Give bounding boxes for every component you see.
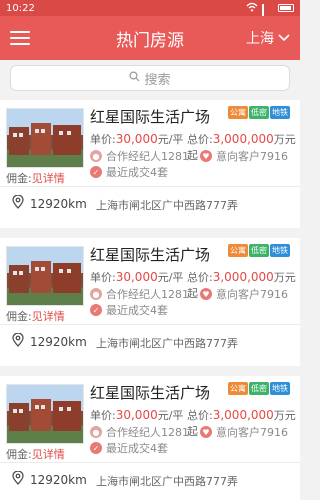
distance: 12920km	[12, 332, 87, 350]
check-icon: ✓	[90, 304, 102, 316]
menu-button[interactable]	[0, 16, 40, 60]
agents-count: ● 合作经纪人1281	[90, 286, 189, 302]
commission-details-link[interactable]: 见详情	[32, 172, 65, 185]
chevron-down-icon	[278, 34, 290, 42]
listing-card[interactable]: 红星国际生活广场 公寓 低密 地铁 单价:30,000元/平 总价:3,000,…	[0, 100, 300, 228]
status-icons	[246, 2, 294, 28]
distance: 12920km	[12, 470, 87, 488]
property-tags: 公寓 低密 地铁	[228, 244, 290, 257]
search-bar-container: 搜索	[0, 60, 300, 96]
tag-low-density: 低密	[249, 244, 269, 257]
heart-icon: ♥	[200, 288, 212, 300]
search-icon	[129, 70, 140, 86]
unit-price: 单价:30,000元/平	[90, 132, 184, 146]
commission-details-link[interactable]: 见详情	[32, 310, 65, 323]
commission-details-link[interactable]: 见详情	[32, 448, 65, 461]
divider	[0, 462, 300, 463]
clients-count: ♥ 意向客户7916	[200, 424, 288, 440]
agents-count: ● 合作经纪人1281	[90, 424, 189, 440]
clients-count: ♥ 意向客户7916	[200, 286, 288, 302]
recent-deals: ✓ 最近成交4套	[90, 440, 168, 456]
listing-card[interactable]: 红星国际生活广场 公寓 低密 地铁 单价:30,000元/平 总价:3,000,…	[0, 238, 300, 366]
property-photo	[6, 108, 84, 168]
tag-metro: 地铁	[270, 106, 290, 119]
agents-count: ● 合作经纪人1281	[90, 148, 189, 164]
property-tags: 公寓 低密 地铁	[228, 382, 290, 395]
tag-low-density: 低密	[249, 106, 269, 119]
people-icon: ●	[90, 150, 102, 162]
unit-price: 单价:30,000元/平	[90, 270, 184, 284]
tag-apartment: 公寓	[228, 244, 248, 257]
check-icon: ✓	[90, 166, 102, 178]
address: 上海市闸北区广中西路777弄	[96, 475, 238, 488]
menu-icon	[10, 31, 30, 33]
status-time: 10:22	[6, 2, 35, 14]
commission: 佣金:见详情	[6, 448, 65, 461]
tag-apartment: 公寓	[228, 382, 248, 395]
property-name: 红星国际生活广场	[90, 384, 211, 402]
location-pin-icon	[12, 194, 24, 212]
people-icon: ●	[90, 288, 102, 300]
search-input[interactable]: 搜索	[10, 65, 290, 91]
heart-icon: ♥	[200, 426, 212, 438]
unit-price: 单价:30,000元/平	[90, 408, 184, 422]
location-pin-icon	[12, 470, 24, 488]
tag-low-density: 低密	[249, 382, 269, 395]
recent-deals: ✓ 最近成交4套	[90, 302, 168, 318]
search-placeholder: 搜索	[144, 72, 171, 88]
commission: 佣金:见详情	[6, 310, 65, 323]
city-label: 上海	[246, 31, 274, 47]
heart-icon: ♥	[200, 150, 212, 162]
city-selector[interactable]: 上海	[246, 28, 290, 48]
property-name: 红星国际生活广场	[90, 108, 211, 126]
divider	[0, 324, 300, 325]
property-name: 红星国际生活广场	[90, 246, 211, 264]
check-icon: ✓	[90, 442, 102, 454]
battery-icon	[278, 4, 294, 12]
address: 上海市闸北区广中西路777弄	[96, 337, 238, 350]
signal-icon	[262, 3, 274, 28]
status-bar: 10:22	[0, 0, 300, 28]
location-pin-icon	[12, 332, 24, 350]
wifi-icon	[246, 2, 258, 15]
clients-count: ♥ 意向客户7916	[200, 148, 288, 164]
listing-list: 红星国际生活广场 公寓 低密 地铁 单价:30,000元/平 总价:3,000,…	[0, 100, 300, 500]
app-header: 热门房源 上海	[0, 16, 300, 60]
listing-card[interactable]: 红星国际生活广场 公寓 低密 地铁 单价:30,000元/平 总价:3,000,…	[0, 376, 300, 500]
property-photo	[6, 246, 84, 306]
property-tags: 公寓 低密 地铁	[228, 106, 290, 119]
people-icon: ●	[90, 426, 102, 438]
tag-apartment: 公寓	[228, 106, 248, 119]
tag-metro: 地铁	[270, 244, 290, 257]
commission: 佣金:见详情	[6, 172, 65, 185]
distance: 12920km	[12, 194, 87, 212]
tag-metro: 地铁	[270, 382, 290, 395]
property-photo	[6, 384, 84, 444]
address: 上海市闸北区广中西路777弄	[96, 199, 238, 212]
divider	[0, 186, 300, 187]
recent-deals: ✓ 最近成交4套	[90, 164, 168, 180]
